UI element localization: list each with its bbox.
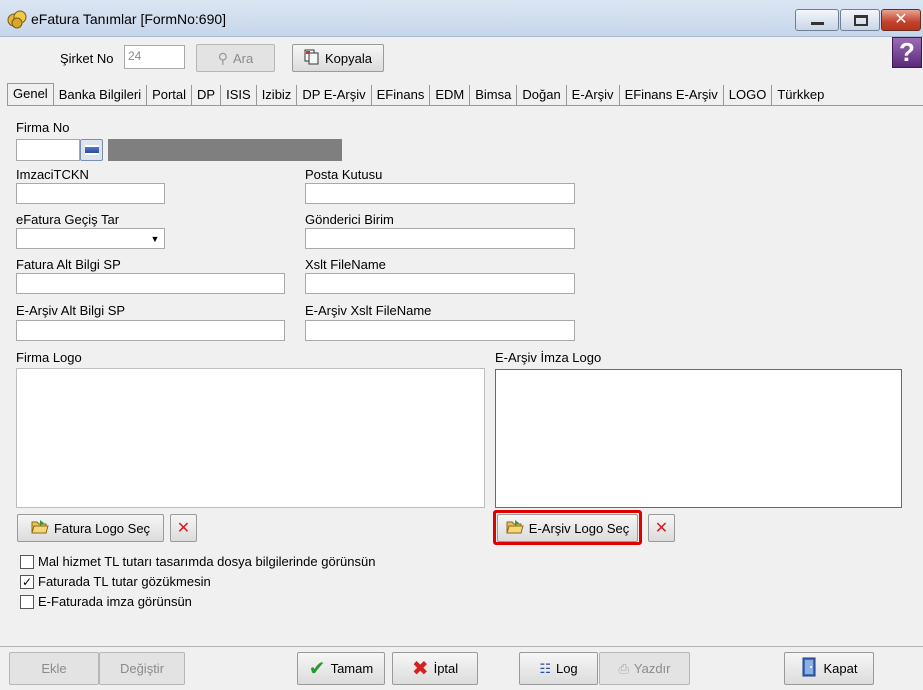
tab-strip: Genel Banka Bilgileri Portal DP ISIS Izi… — [7, 83, 829, 106]
cancel-icon: ✖ — [411, 658, 429, 680]
firma-no-input[interactable] — [16, 139, 80, 161]
posta-kutusu-input[interactable] — [305, 183, 575, 204]
earsiv-logo-sec-button[interactable]: E-Arşiv Logo Seç — [497, 514, 638, 542]
imzaci-label: ImzaciTCKN — [16, 167, 89, 182]
copy-button[interactable]: Kopyala — [292, 44, 384, 72]
tab-izibiz[interactable]: Izibiz — [257, 85, 298, 105]
gonderici-label: Gönderici Birim — [305, 212, 394, 227]
degistir-button[interactable]: Değiştir — [99, 652, 185, 685]
list-icon: ☷ — [539, 660, 551, 676]
search-button[interactable]: ⚲ Ara — [196, 44, 275, 72]
xslt-label: Xslt FileName — [305, 257, 386, 272]
gonderici-input[interactable] — [305, 228, 575, 249]
checkbox-row-mal-hizmet[interactable]: Mal hizmet TL tutarı tasarımda dosya bil… — [20, 554, 375, 569]
lookup-icon — [84, 145, 99, 155]
tab-dogan[interactable]: Doğan — [517, 85, 567, 105]
ekle-button[interactable]: Ekle — [9, 652, 99, 685]
tab-isis[interactable]: ISIS — [221, 85, 257, 105]
imza-logo-label: E-Arşiv İmza Logo — [495, 350, 602, 365]
iptal-button[interactable]: ✖ İptal — [392, 652, 478, 685]
tab-dp[interactable]: DP — [192, 85, 222, 105]
firma-name-display — [108, 139, 342, 161]
tab-edm[interactable]: EDM — [430, 85, 471, 105]
search-icon: ⚲ — [217, 49, 229, 66]
window-title: eFatura Tanımlar [FormNo:690] — [31, 11, 227, 27]
exit-door-icon — [801, 657, 819, 680]
mal-hizmet-label: Mal hizmet TL tutarı tasarımda dosya bil… — [38, 554, 376, 569]
checkbox-row-imza[interactable]: E-Faturada imza görünsün — [20, 594, 192, 609]
sirket-no-label: Şirket No — [60, 51, 114, 66]
earsiv-logo-clear-button[interactable]: ✕ — [648, 514, 675, 542]
earsiv-xslt-input[interactable] — [305, 320, 575, 341]
tab-banka-bilgileri[interactable]: Banka Bilgileri — [54, 85, 148, 105]
firma-lookup-button[interactable] — [80, 139, 103, 161]
fatura-logo-sec-button[interactable]: Fatura Logo Seç — [17, 514, 164, 542]
sirket-no-input[interactable]: 24 — [124, 45, 185, 69]
close-icon: ✕ — [894, 11, 908, 28]
checkmark-icon: ✔ — [308, 658, 326, 680]
checkbox-row-tl-tutar[interactable]: ✓ Faturada TL tutar gözükmesin — [20, 574, 211, 589]
help-icon[interactable]: ? — [892, 37, 922, 68]
tab-turkkep[interactable]: Türkkep — [772, 85, 829, 105]
kapat-button[interactable]: Kapat — [784, 652, 874, 685]
tab-dp-earsiv[interactable]: DP E-Arşiv — [297, 85, 372, 105]
tab-earsiv[interactable]: E-Arşiv — [567, 85, 620, 105]
folder-open-icon — [31, 519, 49, 537]
bottom-divider — [0, 646, 923, 647]
firma-logo-box — [16, 368, 485, 508]
tab-efinans-earsiv[interactable]: EFinans E-Arşiv — [620, 85, 724, 105]
folder-open-icon — [506, 519, 524, 537]
alt-bilgi-input[interactable] — [16, 273, 285, 294]
tab-bimsa[interactable]: Bimsa — [470, 85, 518, 105]
imzaci-input[interactable] — [16, 183, 165, 204]
log-button[interactable]: ☷ Log — [519, 652, 598, 685]
alt-bilgi-label: Fatura Alt Bilgi SP — [16, 257, 121, 272]
tl-tutar-label: Faturada TL tutar gözükmesin — [38, 574, 211, 589]
firma-logo-label: Firma Logo — [16, 350, 82, 365]
yazdir-button[interactable]: ⎙ Yazdır — [599, 652, 690, 685]
tab-efinans[interactable]: EFinans — [372, 85, 431, 105]
minimize-icon — [811, 22, 824, 25]
maximize-button[interactable] — [840, 9, 880, 31]
earsiv-alt-label: E-Arşiv Alt Bilgi SP — [16, 303, 126, 318]
tab-logo[interactable]: LOGO — [724, 85, 773, 105]
tab-genel[interactable]: Genel — [7, 83, 54, 106]
gecis-tar-label: eFatura Geçiş Tar — [16, 212, 120, 227]
copy-icon — [304, 49, 320, 68]
gecis-tar-select[interactable]: ▼ — [16, 228, 165, 249]
imza-logo-box — [495, 369, 902, 508]
imza-checkbox[interactable] — [20, 594, 34, 609]
chevron-down-icon: ▼ — [150, 233, 160, 244]
minimize-button[interactable] — [795, 9, 839, 31]
checkmark-icon: ✓ — [21, 574, 33, 589]
tl-tutar-checkbox[interactable]: ✓ — [20, 574, 34, 589]
close-icon: ✕ — [654, 520, 669, 537]
app-icon — [6, 9, 28, 29]
posta-kutusu-label: Posta Kutusu — [305, 167, 383, 182]
tab-portal[interactable]: Portal — [147, 85, 193, 105]
print-icon: ⎙ — [618, 660, 629, 676]
close-icon: ✕ — [176, 520, 191, 537]
imza-label: E-Faturada imza görünsün — [38, 594, 192, 609]
mal-hizmet-checkbox[interactable] — [20, 554, 34, 569]
earsiv-alt-input[interactable] — [16, 320, 285, 341]
firma-no-label: Firma No — [16, 120, 70, 135]
close-button[interactable]: ✕ — [881, 9, 921, 31]
tamam-button[interactable]: ✔ Tamam — [297, 652, 385, 685]
fatura-logo-clear-button[interactable]: ✕ — [170, 514, 197, 542]
maximize-icon — [854, 15, 868, 26]
tab-divider — [7, 105, 923, 106]
earsiv-xslt-label: E-Arşiv Xslt FileName — [305, 303, 432, 318]
xslt-input[interactable] — [305, 273, 575, 294]
